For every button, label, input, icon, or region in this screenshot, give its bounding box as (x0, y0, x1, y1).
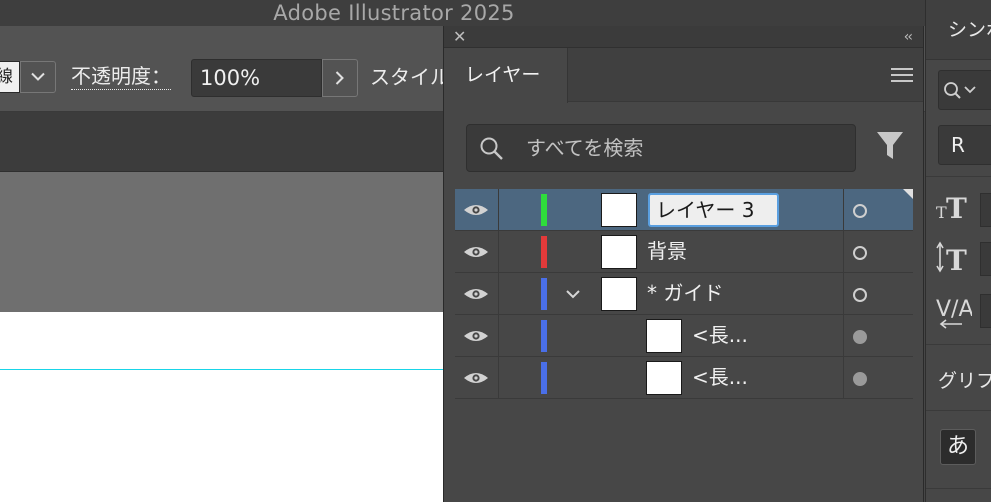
layer-thumbnail (646, 319, 682, 353)
close-icon[interactable]: ✕ (453, 26, 466, 48)
column-divider (843, 231, 844, 272)
layer-color-bar (541, 236, 547, 268)
svg-text:T: T (946, 192, 967, 222)
illustrator-window: Adobe Illustrator 2025 線 不透明度： 100% スタイル… (0, 0, 991, 502)
style-label[interactable]: スタイル (370, 64, 450, 90)
canvas-pasteboard[interactable] (0, 172, 445, 312)
column-divider (843, 357, 844, 398)
divider (926, 344, 991, 345)
app-title: Adobe Illustrator 2025 (273, 1, 515, 25)
target-icon[interactable] (853, 204, 867, 218)
layer-row[interactable]: レイヤー 3 (455, 189, 913, 231)
font-size-icon: TT (936, 192, 972, 226)
divider (926, 176, 991, 177)
kerning-icon: V/A (936, 290, 974, 334)
artboard[interactable] (0, 312, 445, 502)
eye-icon[interactable] (463, 370, 489, 386)
chevron-right-icon (335, 71, 344, 85)
opacity-label[interactable]: 不透明度： (71, 63, 171, 90)
layer-name[interactable]: 背景 (647, 238, 687, 264)
leading-field[interactable] (980, 242, 991, 276)
layer-row[interactable]: * ガイド (455, 273, 913, 315)
divider (926, 488, 991, 489)
tab-layers-label: レイヤー (465, 64, 541, 86)
opacity-arrow-button[interactable] (322, 59, 358, 97)
layers-list: レイヤー 3 背景 * ガイド <長... <長... (455, 189, 913, 502)
search-placeholder: すべてを検索 (526, 136, 644, 160)
opacity-input[interactable]: 100% (191, 59, 322, 97)
column-divider (843, 315, 844, 356)
column-divider (843, 189, 844, 230)
eye-icon[interactable] (463, 244, 489, 260)
layer-name[interactable]: <長... (692, 322, 748, 348)
selection-indicator (903, 189, 913, 199)
layer-color-bar (541, 320, 547, 352)
stroke-dropdown-button[interactable] (20, 61, 56, 93)
layer-color-bar (541, 362, 547, 394)
panel-header: ✕ ‹‹ (444, 26, 923, 48)
svg-text:T: T (946, 244, 967, 274)
kana-button[interactable]: あ (940, 429, 976, 465)
character-panel: シンボル R TT T V/A グリフ あ (925, 0, 991, 502)
layer-row[interactable]: 背景 (455, 231, 913, 273)
font-search-field[interactable] (938, 70, 991, 110)
tab-layers[interactable]: レイヤー (444, 48, 568, 103)
column-divider (843, 273, 844, 314)
lock-toggle[interactable] (499, 189, 537, 230)
chevron-down-icon (31, 72, 45, 81)
tab-symbols[interactable]: シンボル (948, 18, 991, 42)
panel-tab-bar: レイヤー (444, 48, 923, 103)
layer-name[interactable]: <長... (692, 364, 748, 390)
filter-icon[interactable] (876, 131, 904, 161)
lock-toggle[interactable] (499, 231, 537, 272)
layer-name[interactable]: * ガイド (647, 280, 723, 306)
layer-thumbnail (646, 361, 682, 395)
layer-name-input[interactable]: レイヤー 3 (648, 193, 779, 227)
leading-icon: T (936, 240, 972, 278)
layer-row[interactable]: <長... (455, 357, 913, 399)
layer-thumbnail (601, 235, 637, 269)
eye-icon[interactable] (463, 328, 489, 344)
target-icon[interactable] (853, 288, 867, 302)
target-icon[interactable] (853, 246, 867, 260)
target-icon[interactable] (853, 372, 867, 386)
font-size-field[interactable] (980, 193, 991, 227)
layer-thumbnail (601, 277, 637, 311)
panel-menu-icon[interactable] (891, 68, 913, 82)
svg-text:V/A: V/A (936, 297, 972, 322)
divider (926, 410, 991, 411)
guide-line[interactable] (0, 369, 445, 370)
right-tab-bar: シンボル (926, 0, 991, 60)
layer-thumbnail (601, 193, 637, 227)
document-tab-strip (0, 112, 445, 172)
eye-icon[interactable] (463, 202, 489, 218)
layers-panel: ✕ ‹‹ レイヤー すべてを検索 レイヤー 3 背景 * ガイド <長... <長... (443, 26, 924, 502)
lock-toggle[interactable] (499, 357, 537, 398)
layer-color-bar (541, 278, 547, 310)
layers-search-field[interactable]: すべてを検索 (466, 124, 856, 172)
stroke-swatch[interactable]: 線 (0, 61, 20, 93)
font-family-field[interactable]: R (938, 125, 991, 165)
search-icon (480, 137, 503, 160)
target-icon[interactable] (853, 330, 867, 344)
title-bar: Adobe Illustrator 2025 (0, 0, 991, 26)
lock-toggle[interactable] (499, 273, 537, 314)
layer-row[interactable]: <長... (455, 315, 913, 357)
kerning-field[interactable] (980, 294, 991, 328)
collapse-icon[interactable]: ‹‹ (904, 26, 913, 48)
layer-color-bar (541, 194, 547, 226)
eye-icon[interactable] (463, 286, 489, 302)
font-search-icon (944, 82, 976, 99)
lock-toggle[interactable] (499, 315, 537, 356)
glyphs-label: グリフ (938, 370, 991, 392)
chevron-down-icon[interactable] (564, 285, 582, 303)
